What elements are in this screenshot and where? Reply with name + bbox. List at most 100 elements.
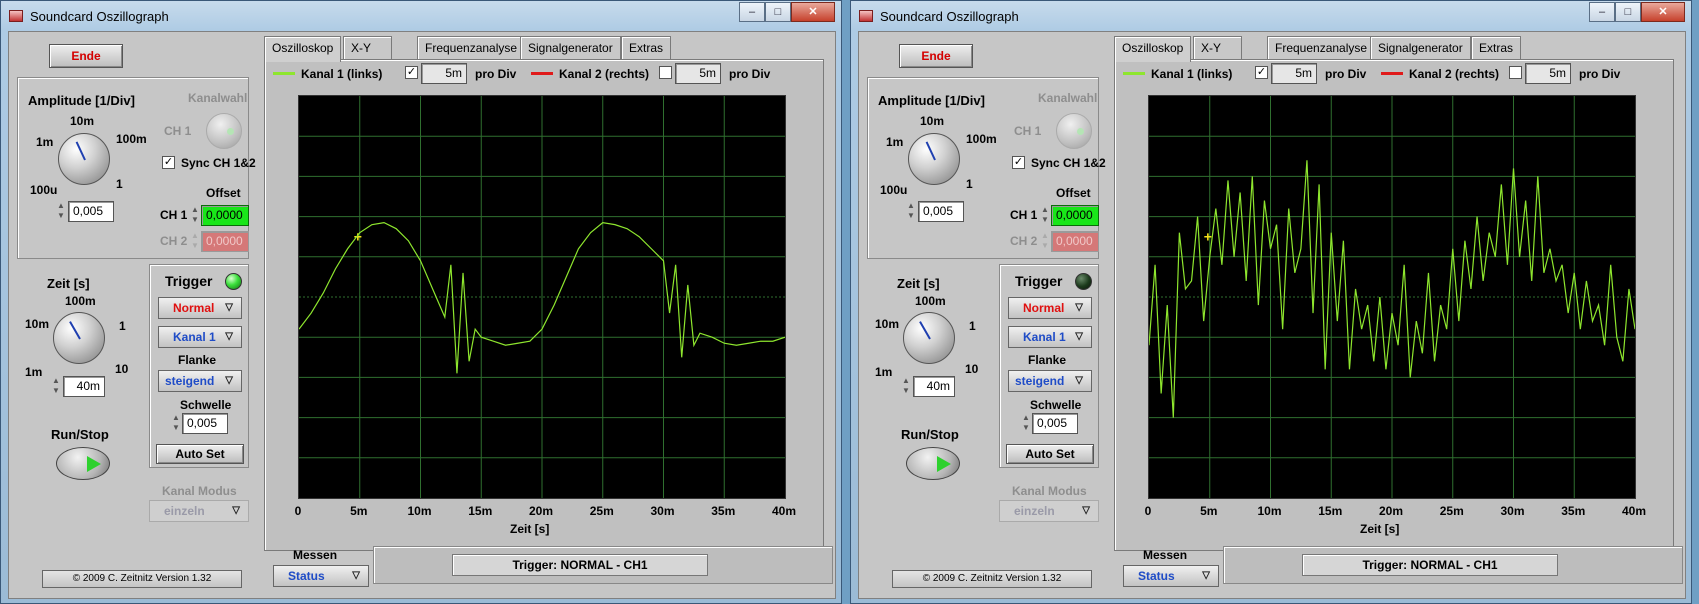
ch1-legend-label: Kanal 1 (links) — [1151, 67, 1233, 81]
zeit-field[interactable]: 40m — [913, 376, 955, 397]
offset-ch1-field[interactable]: 0,0000 — [1051, 205, 1099, 226]
zeit-label-1m: 1m — [875, 365, 893, 379]
run-stop-button[interactable] — [56, 447, 110, 480]
trigger-mode-dropdown[interactable]: Normal ▽ — [158, 297, 242, 319]
zeit-label-100m: 100m — [65, 294, 96, 308]
scope-screen[interactable]: + — [298, 95, 786, 499]
x-tick-label: 0 — [294, 504, 302, 518]
schwelle-spinner[interactable]: ▲ ▼ — [1021, 413, 1031, 435]
x-tick-label: 25m — [1439, 504, 1464, 518]
messen-dropdown[interactable]: Status ▽ — [273, 565, 369, 587]
runstop-title: Run/Stop — [51, 427, 109, 442]
tab-signalgenerator[interactable]: Signalgenerator — [520, 36, 621, 60]
amplitude-group: Amplitude [1/Div] 100u 1m 10m 100m 1 ▲ ▼ … — [17, 77, 256, 259]
minimize-button[interactable]: – — [1589, 2, 1615, 22]
schwelle-field[interactable]: 0,005 — [182, 413, 228, 434]
maximize-button[interactable]: □ — [765, 2, 791, 22]
zeit-field[interactable]: 40m — [63, 376, 105, 397]
channel-legend: Kanal 1 (links) ✓ 5m pro Div Kanal 2 (re… — [273, 63, 813, 84]
schwelle-field[interactable]: 0,005 — [1032, 413, 1078, 434]
x-tick-label: 10m — [1257, 504, 1282, 518]
zeit-spinner[interactable]: ▲ ▼ — [51, 376, 61, 398]
ende-button[interactable]: Ende — [49, 44, 123, 68]
amplitude-field[interactable]: 0,005 — [918, 201, 964, 222]
auto-set-button[interactable]: Auto Set — [156, 444, 244, 464]
scope-svg: + — [1149, 96, 1635, 498]
close-button[interactable]: ✕ — [1641, 2, 1685, 22]
oscilloscope-panel: Ende Amplitude [1/Div] 100u 1m 10m 100m … — [8, 31, 836, 599]
tab-oszilloskop[interactable]: Oszilloskop — [264, 36, 342, 62]
ch1-visible-checkbox[interactable]: ✓ — [405, 66, 418, 79]
ch2-visible-checkbox[interactable] — [1509, 66, 1522, 79]
tab-extras[interactable]: Extras — [1471, 36, 1522, 60]
minimize-button[interactable]: – — [739, 2, 765, 22]
amplitude-knob[interactable] — [58, 133, 110, 185]
channel-legend: Kanal 1 (links) ✓ 5m pro Div Kanal 2 (re… — [1123, 63, 1663, 84]
run-stop-button[interactable] — [906, 447, 960, 480]
flanke-dropdown[interactable]: steigend ▽ — [158, 370, 242, 392]
sync-checkbox[interactable]: ✓ — [162, 156, 175, 169]
trigger-mode-dropdown[interactable]: Normal ▽ — [1008, 297, 1092, 319]
chevron-down-icon: ▽ — [225, 331, 233, 342]
schwelle-spinner[interactable]: ▲ ▼ — [171, 413, 181, 435]
kanal-modus-dropdown[interactable]: einzeln ▽ — [999, 500, 1099, 522]
amplitude-knob[interactable] — [908, 133, 960, 185]
offset-ch2-spinner[interactable]: ▲ ▼ — [190, 231, 200, 253]
status-text: Trigger: NORMAL - CH1 — [452, 554, 708, 576]
tab-oszilloskop[interactable]: Oszilloskop — [1114, 36, 1192, 62]
ch2-visible-checkbox[interactable] — [659, 66, 672, 79]
tab-signalgenerator[interactable]: Signalgenerator — [1370, 36, 1471, 60]
amplitude-spinner[interactable]: ▲ ▼ — [56, 201, 66, 223]
ch1-pro-div-label: pro Div — [1325, 67, 1367, 81]
messen-dropdown[interactable]: Status ▽ — [1123, 565, 1219, 587]
scope-screen[interactable]: + — [1148, 95, 1636, 499]
zeit-knob[interactable] — [53, 312, 105, 364]
offset-ch2-spinner[interactable]: ▲ ▼ — [1040, 231, 1050, 253]
ch1-visible-checkbox[interactable]: ✓ — [1255, 66, 1268, 79]
tab-frequenzanalyse[interactable]: Frequenzanalyse — [417, 36, 526, 60]
tab-extras[interactable]: Extras — [621, 36, 672, 60]
ch1-div-field[interactable]: 5m — [421, 63, 467, 84]
zeit-knob[interactable] — [903, 312, 955, 364]
trigger-channel-dropdown[interactable]: Kanal 1 ▽ — [1008, 326, 1092, 348]
flanke-dropdown[interactable]: steigend ▽ — [1008, 370, 1092, 392]
ch2-pro-div-label: pro Div — [729, 67, 771, 81]
kanal-modus-title: Kanal Modus — [1012, 484, 1087, 498]
offset-ch1-spinner[interactable]: ▲ ▼ — [190, 205, 200, 227]
amplitude-field[interactable]: 0,005 — [68, 201, 114, 222]
ch2-div-field[interactable]: 5m — [1525, 63, 1571, 84]
ch2-legend-line — [531, 72, 553, 75]
tab-xy-graph[interactable]: X-Y Graph — [343, 36, 393, 77]
offset-ch2-field[interactable]: 0,0000 — [1051, 231, 1099, 252]
channel-select-knob[interactable] — [1056, 113, 1092, 149]
trigger-led — [225, 273, 242, 290]
amplitude-spinner[interactable]: ▲ ▼ — [906, 201, 916, 223]
x-tick-label: 15m — [1318, 504, 1343, 518]
ch1-div-field[interactable]: 5m — [1271, 63, 1317, 84]
channel-select-knob[interactable] — [206, 113, 242, 149]
close-button[interactable]: ✕ — [791, 2, 835, 22]
ch1-pro-div-label: pro Div — [475, 67, 517, 81]
flanke-title: Flanke — [178, 353, 217, 367]
auto-set-button[interactable]: Auto Set — [1006, 444, 1094, 464]
zeit-label-1: 1 — [119, 319, 126, 333]
offset-title: Offset — [1056, 186, 1091, 200]
play-icon — [87, 456, 101, 472]
offset-ch2-field[interactable]: 0,0000 — [201, 231, 249, 252]
kanal-modus-dropdown[interactable]: einzeln ▽ — [149, 500, 249, 522]
tab-xy-graph[interactable]: X-Y Graph — [1193, 36, 1243, 77]
offset-ch1-spinner[interactable]: ▲ ▼ — [1040, 205, 1050, 227]
zeit-spinner[interactable]: ▲ ▼ — [901, 376, 911, 398]
trigger-title: Trigger — [1015, 273, 1063, 289]
maximize-button[interactable]: □ — [1615, 2, 1641, 22]
ch2-div-field[interactable]: 5m — [675, 63, 721, 84]
x-tick-label: 30m — [650, 504, 675, 518]
sync-checkbox[interactable]: ✓ — [1012, 156, 1025, 169]
offset-ch1-field[interactable]: 0,0000 — [201, 205, 249, 226]
zeit-label-10: 10 — [115, 362, 129, 376]
x-tick-label: 20m — [528, 504, 554, 518]
ende-button[interactable]: Ende — [899, 44, 973, 68]
trigger-channel-dropdown[interactable]: Kanal 1 ▽ — [158, 326, 242, 348]
x-tick-label: 10m — [407, 504, 432, 518]
tab-frequenzanalyse[interactable]: Frequenzanalyse — [1267, 36, 1376, 60]
